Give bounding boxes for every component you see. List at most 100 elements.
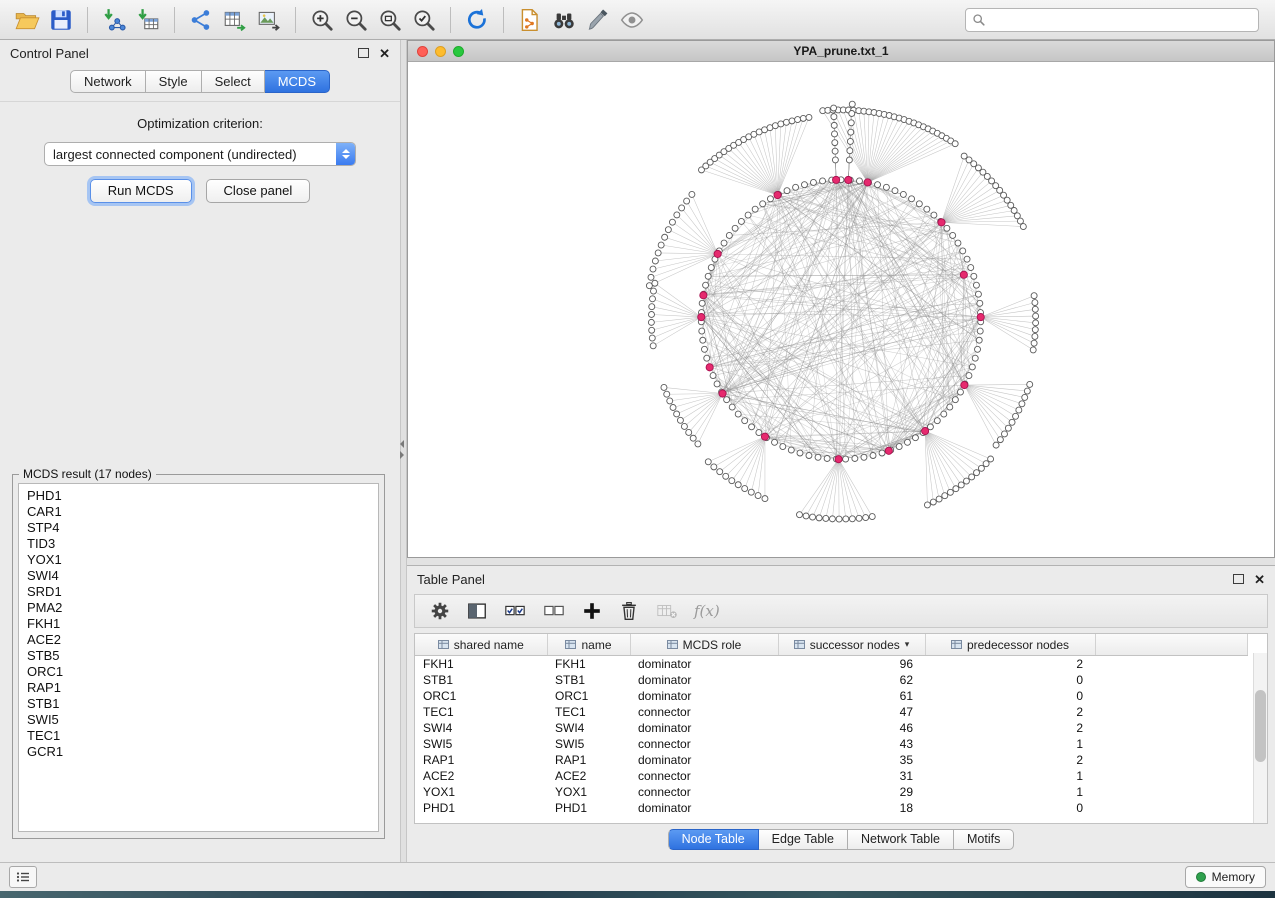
mcds-result-item[interactable]: TEC1	[27, 728, 378, 744]
table-row[interactable]: YOX1 YOX1 connector 29 1	[415, 784, 1248, 800]
table-row[interactable]: SWI4 SWI4 dominator 46 2	[415, 720, 1248, 736]
mcds-result-item[interactable]: PHD1	[27, 488, 378, 504]
table-header-row: shared name n	[415, 634, 1248, 656]
cell-successor-nodes: 62	[778, 672, 925, 688]
mcds-result-item[interactable]: SWI5	[27, 712, 378, 728]
column-header[interactable]: predecessor nodes	[925, 634, 1095, 656]
control-panel-tab[interactable]: Network	[70, 70, 146, 93]
search-input[interactable]	[986, 12, 1252, 28]
column-header[interactable]: MCDS role	[630, 634, 778, 656]
export-web-button[interactable]	[513, 4, 547, 36]
zoom-out-button[interactable]	[339, 4, 373, 36]
select-all-button[interactable]	[503, 600, 527, 622]
mcds-result-item[interactable]: FKH1	[27, 616, 378, 632]
panel-toggle-button[interactable]	[9, 866, 37, 888]
import-network-button[interactable]	[97, 4, 131, 36]
table-row[interactable]: FKH1 FKH1 dominator 96 2	[415, 656, 1248, 673]
export-table-button[interactable]	[218, 4, 252, 36]
table-row[interactable]: ORC1 ORC1 dominator 61 0	[415, 688, 1248, 704]
vertical-splitter[interactable]	[400, 40, 407, 862]
table-row[interactable]: RAP1 RAP1 dominator 35 2	[415, 752, 1248, 768]
table-type-tab[interactable]: Network Table	[848, 829, 954, 850]
column-header[interactable]: successor nodes ▾	[778, 634, 925, 656]
open-file-button[interactable]	[10, 4, 44, 36]
function-builder-button[interactable]: f(x)	[694, 602, 720, 620]
zoom-selected-button[interactable]	[407, 4, 441, 36]
network-window-titlebar[interactable]: YPA_prune.txt_1	[408, 41, 1274, 62]
cell-predecessor-nodes: 2	[925, 720, 1095, 736]
find-button[interactable]	[547, 4, 581, 36]
application-window: Control Panel ✕ NetworkStyleSelectMCDS O…	[0, 0, 1275, 898]
criterion-dropdown[interactable]: largest connected component (undirected)	[44, 142, 356, 166]
mcds-result-item[interactable]: STB1	[27, 696, 378, 712]
float-panel-button[interactable]	[358, 48, 369, 58]
mcds-result-item[interactable]: CAR1	[27, 504, 378, 520]
column-header[interactable]: name	[547, 634, 630, 656]
show-column-button[interactable]	[466, 600, 488, 622]
attribute-icon	[438, 639, 449, 650]
cell-successor-nodes: 47	[778, 704, 925, 720]
table-row[interactable]: PHD1 PHD1 dominator 18 0	[415, 800, 1248, 816]
zoom-in-button[interactable]	[305, 4, 339, 36]
mcds-result-item[interactable]: TID3	[27, 536, 378, 552]
delete-table-button[interactable]	[655, 600, 679, 622]
run-mcds-button[interactable]: Run MCDS	[90, 179, 192, 203]
table-row[interactable]: TEC1 TEC1 connector 47 2	[415, 704, 1248, 720]
column-header[interactable]: shared name	[415, 634, 547, 656]
attribute-icon	[794, 639, 805, 650]
table-row[interactable]: SWI5 SWI5 connector 43 1	[415, 736, 1248, 752]
close-panel-button-mcds[interactable]: Close panel	[206, 179, 311, 203]
horizontal-splitter[interactable]	[407, 558, 1275, 565]
export-image-button[interactable]	[252, 4, 286, 36]
chevron-down-icon[interactable]: ▾	[905, 639, 910, 650]
table-row[interactable]: STB1 STB1 dominator 62 0	[415, 672, 1248, 688]
cell-shared-name: SWI4	[415, 720, 547, 736]
show-hide-button[interactable]	[615, 4, 649, 36]
save-session-button[interactable]	[44, 4, 78, 36]
import-table-button[interactable]	[131, 4, 165, 36]
table-settings-button[interactable]	[429, 600, 451, 622]
floppy-icon	[48, 7, 74, 33]
control-panel-tabs: NetworkStyleSelectMCDS	[0, 70, 400, 93]
mcds-result-item[interactable]: ORC1	[27, 664, 378, 680]
mcds-result-item[interactable]: STP4	[27, 520, 378, 536]
deselect-all-button[interactable]	[542, 600, 566, 622]
maximize-window-button[interactable]	[453, 46, 464, 57]
table-type-tab[interactable]: Node Table	[668, 829, 759, 850]
status-bar: Memory	[0, 862, 1275, 891]
mcds-result-item[interactable]: SRD1	[27, 584, 378, 600]
mcds-result-item[interactable]: STB5	[27, 648, 378, 664]
memory-button[interactable]: Memory	[1185, 866, 1266, 888]
mcds-result-item[interactable]: SWI4	[27, 568, 378, 584]
global-search-field[interactable]	[965, 8, 1259, 32]
refresh-button[interactable]	[460, 4, 494, 36]
zoom-fit-button[interactable]	[373, 4, 407, 36]
mcds-result-item[interactable]: PMA2	[27, 600, 378, 616]
scrollbar-thumb[interactable]	[1255, 690, 1266, 761]
close-panel-button[interactable]: ✕	[379, 47, 390, 60]
network-window-title: YPA_prune.txt_1	[408, 44, 1274, 58]
mcds-result-item[interactable]: RAP1	[27, 680, 378, 696]
close-window-button[interactable]	[417, 46, 428, 57]
mcds-result-item[interactable]: YOX1	[27, 552, 378, 568]
delete-column-button[interactable]	[618, 600, 640, 622]
mcds-result-item[interactable]: ACE2	[27, 632, 378, 648]
create-column-button[interactable]	[581, 600, 603, 622]
table-row[interactable]: ACE2 ACE2 connector 31 1	[415, 768, 1248, 784]
close-table-panel-button[interactable]: ✕	[1254, 573, 1265, 586]
control-panel-tab[interactable]: Select	[202, 70, 265, 93]
cell-name: YOX1	[547, 784, 630, 800]
table-scrollbar[interactable]	[1253, 653, 1267, 823]
control-panel-tab[interactable]: MCDS	[265, 70, 330, 93]
table-type-tab[interactable]: Motifs	[954, 829, 1014, 850]
attribute-icon	[667, 639, 678, 650]
control-panel-tab[interactable]: Style	[146, 70, 202, 93]
table-type-tab[interactable]: Edge Table	[759, 829, 848, 850]
style-brush-button[interactable]	[581, 4, 615, 36]
mcds-result-item[interactable]: GCR1	[27, 744, 378, 760]
new-network-button[interactable]	[184, 4, 218, 36]
splitter-collapse-handle[interactable]	[400, 440, 404, 459]
float-table-panel-button[interactable]	[1233, 574, 1244, 584]
network-canvas[interactable]	[408, 62, 1274, 557]
minimize-window-button[interactable]	[435, 46, 446, 57]
